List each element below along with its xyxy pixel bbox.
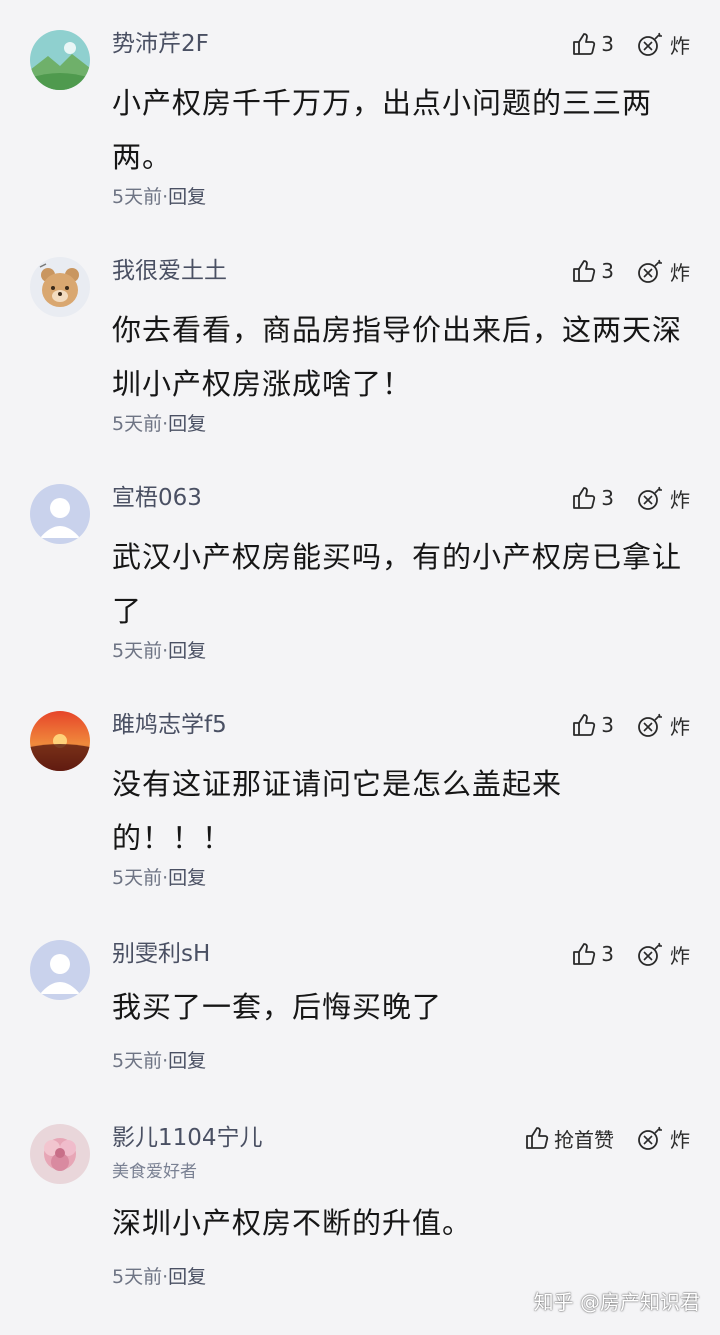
bomb-button[interactable]: 炸 [636,1124,690,1153]
comment-time: 5天前 [112,640,163,662]
like-count: 3 [601,486,614,510]
comment-text: 没有这证那证请问它是怎么盖起来的！！！ [112,767,563,855]
reply-button[interactable]: 回复 [168,186,206,208]
comment-actions: 3 炸 [571,711,690,739]
bomb-icon [638,1126,662,1150]
username[interactable]: 势沛芹2F [112,30,209,58]
sunset-avatar-icon [30,711,90,771]
like-button[interactable]: 3 [571,485,614,511]
thumbs-up-icon [526,1127,549,1149]
reply-button[interactable]: 回复 [168,1050,206,1072]
like-button[interactable]: 3 [571,31,614,57]
bomb-button[interactable]: 炸 [636,30,690,59]
bomb-label: 炸 [670,943,690,968]
comment-actions: 3 炸 [571,484,690,512]
avatar[interactable] [30,484,90,544]
comment-actions: 抢首赞 炸 [524,1124,690,1152]
comment-meta: 5天前·回复 [112,409,206,436]
bomb-icon [638,713,662,737]
username[interactable]: 雎鸠志学f5 [112,711,227,739]
bomb-button[interactable]: 炸 [636,711,690,740]
like-button[interactable]: 3 [571,941,614,967]
flower-avatar-icon [30,1124,90,1184]
bomb-button[interactable]: 炸 [636,940,690,969]
like-count: 3 [601,942,614,966]
bomb-icon [638,32,662,56]
comment-text: 深圳小产权房不断的升值。 [112,1206,473,1240]
thumbs-up-icon [573,487,596,509]
bomb-label: 炸 [670,714,690,739]
reply-button[interactable]: 回复 [168,413,206,435]
bear-avatar-icon [30,257,90,317]
avatar[interactable] [30,1124,90,1184]
bomb-label: 炸 [670,487,690,512]
like-button[interactable]: 抢首赞 [524,1124,614,1153]
comment-time: 5天前 [112,867,163,889]
comment-text: 小产权房千千万万，出点小问题的三三两两。 [112,86,653,174]
bomb-button[interactable]: 炸 [636,484,690,513]
comment-actions: 3 炸 [571,940,690,968]
like-button[interactable]: 3 [571,258,614,284]
comment-meta: 5天前·回复 [112,182,206,209]
comment-time: 5天前 [112,413,163,435]
default-avatar-icon [30,484,90,544]
comment-time: 5天前 [112,1050,163,1072]
bomb-icon [638,942,662,966]
landscape-avatar-icon [30,30,90,90]
comment-meta: 5天前·回复 [112,863,206,890]
default-avatar-icon [30,940,90,1000]
like-label: 抢首赞 [554,1127,614,1152]
username[interactable]: 别雯利sH [112,940,210,968]
comment-meta: 5天前·回复 [112,636,206,663]
comment-actions: 3 炸 [571,257,690,285]
reply-button[interactable]: 回复 [168,1266,206,1288]
comment-text: 我买了一套，后悔买晚了 [112,990,443,1024]
reply-button[interactable]: 回复 [168,640,206,662]
bomb-label: 炸 [670,33,690,58]
zhihu-watermark: 知乎 @房产知识君 [533,1290,700,1314]
username[interactable]: 宣梧063 [112,484,202,512]
avatar[interactable] [30,30,90,90]
like-count: 3 [601,32,614,56]
reply-button[interactable]: 回复 [168,867,206,889]
bomb-label: 炸 [670,260,690,285]
avatar[interactable] [30,711,90,771]
username[interactable]: 我很爱土土 [112,257,227,285]
like-button[interactable]: 3 [571,712,614,738]
user-badge: 美食爱好者 [112,1162,197,1182]
bomb-label: 炸 [670,1127,690,1152]
comment-time: 5天前 [112,186,163,208]
avatar[interactable] [30,257,90,317]
comment-time: 5天前 [112,1266,163,1288]
comment-text: 武汉小产权房能买吗，有的小产权房已拿让了 [112,540,683,628]
comment-text: 你去看看，商品房指导价出来后，这两天深圳小产权房涨成啥了！ [112,313,683,401]
like-count: 3 [601,259,614,283]
thumbs-up-icon [573,33,596,55]
thumbs-up-icon [573,943,596,965]
comment-meta: 5天前·回复 [112,1046,206,1073]
thumbs-up-icon [573,714,596,736]
bomb-icon [638,259,662,283]
comment-actions: 3 炸 [571,30,690,58]
comment-meta: 5天前·回复 [112,1262,206,1289]
like-count: 3 [601,713,614,737]
username[interactable]: 影儿1104宁儿 [112,1124,263,1152]
avatar[interactable] [30,940,90,1000]
thumbs-up-icon [573,260,596,282]
bomb-button[interactable]: 炸 [636,257,690,286]
bomb-icon [638,486,662,510]
